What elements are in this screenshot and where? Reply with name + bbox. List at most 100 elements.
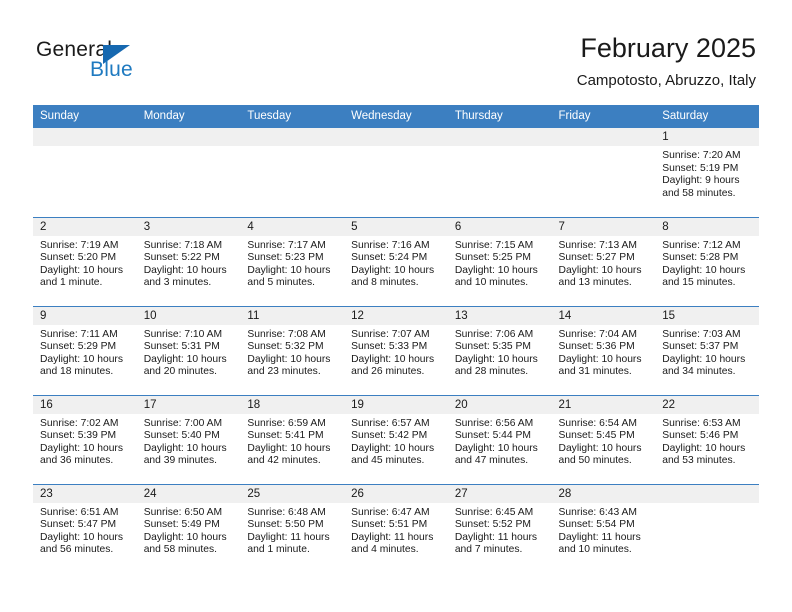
day-sunrise-text: Sunrise: 7:08 AM [247, 328, 326, 340]
calendar-day-cell[interactable]: 26 Sunrise: 6:47 AM Sunset: 5:51 PM Dayligh… [344, 483, 448, 573]
day-cell-inner: 6 Sunrise: 7:15 AM Sunset: 5:25 PM Daylight… [447, 217, 552, 306]
day-sunset-text: Sunset: 5:52 PM [454, 519, 531, 531]
day-sun-info [344, 146, 448, 150]
page-title: February 2025 [580, 33, 756, 63]
calendar-day-cell[interactable]: 16 Sunrise: 7:02 AM Sunset: 5:39 PM Dayligh… [33, 394, 137, 484]
day-daylight-line2-text: and 34 minutes. [662, 366, 736, 378]
calendar-day-cell[interactable]: 19 Sunrise: 6:57 AM Sunset: 5:42 PM Dayligh… [344, 394, 448, 484]
day-number: 11 [240, 306, 345, 325]
day-sunrise-text: Sunrise: 6:53 AM [662, 417, 741, 429]
calendar-day-cell-empty [551, 128, 656, 217]
day-daylight-line1-text: Daylight: 10 hours [351, 353, 435, 365]
day-cell-inner: 15 Sunrise: 7:03 AM Sunset: 5:37 PM Dayligh… [655, 306, 759, 395]
day-sunrise-text: Sunrise: 7:15 AM [454, 239, 534, 251]
day-sunrise-text: Sunrise: 6:51 AM [40, 506, 119, 518]
day-daylight-line2-text: and 31 minutes. [558, 366, 632, 378]
calendar-day-cell[interactable]: 11 Sunrise: 7:08 AM Sunset: 5:32 PM Dayligh… [240, 305, 345, 395]
weekday-header-sunday: Sunday [33, 105, 137, 128]
weekday-header-wednesday: Wednesday [344, 105, 448, 128]
day-cell-inner [33, 128, 137, 217]
day-daylight-line1-text: Daylight: 10 hours [247, 264, 331, 276]
day-sunrise-text: Sunrise: 7:12 AM [662, 239, 741, 251]
day-daylight-line2-text: and 4 minutes. [351, 544, 419, 556]
day-cell-inner [447, 128, 552, 217]
day-sun-info: Sunrise: 6:51 AM Sunset: 5:47 PM Daylight:… [33, 503, 137, 557]
day-daylight-line2-text: and 1 minute. [40, 277, 103, 289]
calendar-day-cell[interactable]: 14 Sunrise: 7:04 AM Sunset: 5:36 PM Dayligh… [551, 305, 656, 395]
day-daylight-line1-text: Daylight: 10 hours [558, 353, 642, 365]
calendar-day-cell[interactable]: 27 Sunrise: 6:45 AM Sunset: 5:52 PM Dayligh… [447, 483, 552, 573]
calendar-day-cell[interactable]: 22 Sunrise: 6:53 AM Sunset: 5:46 PM Dayligh… [655, 394, 759, 484]
calendar-day-cell[interactable]: 20 Sunrise: 6:56 AM Sunset: 5:44 PM Dayligh… [447, 394, 552, 484]
calendar-day-cell[interactable]: 2 Sunrise: 7:19 AM Sunset: 5:20 PM Daylight… [33, 216, 137, 306]
day-number: 1 [655, 128, 759, 146]
day-number [655, 484, 759, 503]
calendar-day-cell[interactable]: 21 Sunrise: 6:54 AM Sunset: 5:45 PM Dayligh… [551, 394, 656, 484]
day-sunrise-text: Sunrise: 7:02 AM [40, 417, 119, 429]
day-number: 17 [136, 395, 241, 414]
day-sun-info [552, 146, 656, 150]
calendar-day-cell-empty [240, 128, 345, 217]
calendar-day-cell[interactable]: 4 Sunrise: 7:17 AM Sunset: 5:23 PM Daylight… [240, 216, 345, 306]
day-sun-info: Sunrise: 7:16 AM Sunset: 5:24 PM Daylight:… [344, 236, 448, 290]
calendar-day-cell[interactable]: 18 Sunrise: 6:59 AM Sunset: 5:41 PM Dayligh… [240, 394, 345, 484]
day-daylight-line1-text: Daylight: 10 hours [143, 353, 227, 365]
day-sunset-text: Sunset: 5:50 PM [247, 519, 324, 531]
calendar-day-cell[interactable]: 15 Sunrise: 7:03 AM Sunset: 5:37 PM Dayligh… [655, 305, 759, 395]
calendar-day-cell-empty [447, 128, 552, 217]
day-sunrise-text: Sunrise: 7:17 AM [247, 239, 326, 251]
day-cell-inner: 1 Sunrise: 7:20 AM Sunset: 5:19 PM Daylight… [655, 128, 759, 217]
day-daylight-line2-text: and 20 minutes. [143, 366, 217, 378]
calendar-day-cell[interactable]: 8 Sunrise: 7:12 AM Sunset: 5:28 PM Daylight… [655, 216, 759, 306]
calendar-day-cell[interactable]: 13 Sunrise: 7:06 AM Sunset: 5:35 PM Dayligh… [447, 305, 552, 395]
calendar-day-cell[interactable]: 28 Sunrise: 6:43 AM Sunset: 5:54 PM Dayligh… [551, 483, 656, 574]
general-blue-logo[interactable]: General Blue [36, 38, 256, 90]
day-daylight-line2-text: and 39 minutes. [143, 455, 217, 467]
day-daylight-line1-text: Daylight: 10 hours [247, 353, 331, 365]
day-sun-info: Sunrise: 6:59 AM Sunset: 5:41 PM Daylight:… [240, 414, 344, 468]
day-sun-info: Sunrise: 7:06 AM Sunset: 5:35 PM Daylight:… [448, 325, 552, 379]
day-sunrise-text: Sunrise: 6:57 AM [351, 417, 430, 429]
day-sunset-text: Sunset: 5:47 PM [40, 519, 117, 531]
calendar-day-cell[interactable]: 9 Sunrise: 7:11 AM Sunset: 5:29 PM Daylight… [33, 305, 137, 395]
day-sunset-text: Sunset: 5:24 PM [351, 252, 428, 264]
calendar-day-cell[interactable]: 10 Sunrise: 7:10 AM Sunset: 5:31 PM Dayligh… [136, 305, 241, 395]
day-daylight-line1-text: Daylight: 10 hours [454, 264, 538, 276]
day-sun-info: Sunrise: 6:56 AM Sunset: 5:44 PM Daylight:… [448, 414, 552, 468]
day-cell-inner [344, 128, 448, 217]
day-sunrise-text: Sunrise: 6:59 AM [247, 417, 326, 429]
day-sun-info: Sunrise: 7:10 AM Sunset: 5:31 PM Daylight:… [137, 325, 241, 379]
weekday-header-friday: Friday [551, 105, 656, 128]
calendar-day-cell[interactable]: 6 Sunrise: 7:15 AM Sunset: 5:25 PM Daylight… [447, 216, 552, 306]
weekday-header-tuesday: Tuesday [240, 105, 345, 128]
day-sunset-text: Sunset: 5:54 PM [558, 519, 635, 531]
calendar-day-cell[interactable]: 17 Sunrise: 7:00 AM Sunset: 5:40 PM Dayligh… [136, 394, 241, 484]
day-daylight-line2-text: and 13 minutes. [558, 277, 632, 289]
day-daylight-line2-text: and 8 minutes. [351, 277, 419, 289]
day-sunrise-text: Sunrise: 7:20 AM [662, 150, 741, 161]
calendar-day-cell[interactable]: 25 Sunrise: 6:48 AM Sunset: 5:50 PM Dayligh… [240, 483, 345, 573]
day-daylight-line1-text: Daylight: 10 hours [247, 442, 331, 454]
calendar-week-row: 16 Sunrise: 7:02 AM Sunset: 5:39 PM Dayligh… [33, 394, 759, 484]
day-sunset-text: Sunset: 5:35 PM [454, 341, 531, 353]
calendar-week-row: 9 Sunrise: 7:11 AM Sunset: 5:29 PM Daylight… [33, 305, 759, 395]
calendar-day-cell[interactable]: 1 Sunrise: 7:20 AM Sunset: 5:19 PM Daylight… [655, 128, 759, 217]
calendar-day-cell[interactable]: 5 Sunrise: 7:16 AM Sunset: 5:24 PM Daylight… [344, 216, 448, 306]
day-sunset-text: Sunset: 5:19 PM [662, 162, 739, 174]
calendar-day-cell[interactable]: 24 Sunrise: 6:50 AM Sunset: 5:49 PM Dayligh… [136, 483, 241, 573]
calendar-day-cell[interactable]: 12 Sunrise: 7:07 AM Sunset: 5:33 PM Dayligh… [344, 305, 448, 395]
day-daylight-line2-text: and 58 minutes. [143, 544, 217, 556]
day-sunset-text: Sunset: 5:46 PM [662, 430, 739, 442]
day-daylight-line2-text: and 36 minutes. [40, 455, 114, 467]
calendar-day-cell-empty [655, 483, 759, 573]
day-sun-info: Sunrise: 7:00 AM Sunset: 5:40 PM Daylight:… [137, 414, 241, 468]
day-cell-inner: 28 Sunrise: 6:43 AM Sunset: 5:54 PM Dayligh… [551, 484, 656, 574]
day-sunrise-text: Sunrise: 7:07 AM [351, 328, 430, 340]
day-daylight-line1-text: Daylight: 10 hours [662, 264, 746, 276]
day-sunset-text: Sunset: 5:42 PM [351, 430, 428, 442]
day-daylight-line1-text: Daylight: 10 hours [454, 353, 538, 365]
calendar-day-cell[interactable]: 23 Sunrise: 6:51 AM Sunset: 5:47 PM Dayligh… [33, 483, 137, 573]
calendar-day-cell[interactable]: 7 Sunrise: 7:13 AM Sunset: 5:27 PM Daylight… [551, 216, 656, 306]
day-sunset-text: Sunset: 5:41 PM [247, 430, 324, 442]
calendar-day-cell[interactable]: 3 Sunrise: 7:18 AM Sunset: 5:22 PM Daylight… [136, 216, 241, 306]
